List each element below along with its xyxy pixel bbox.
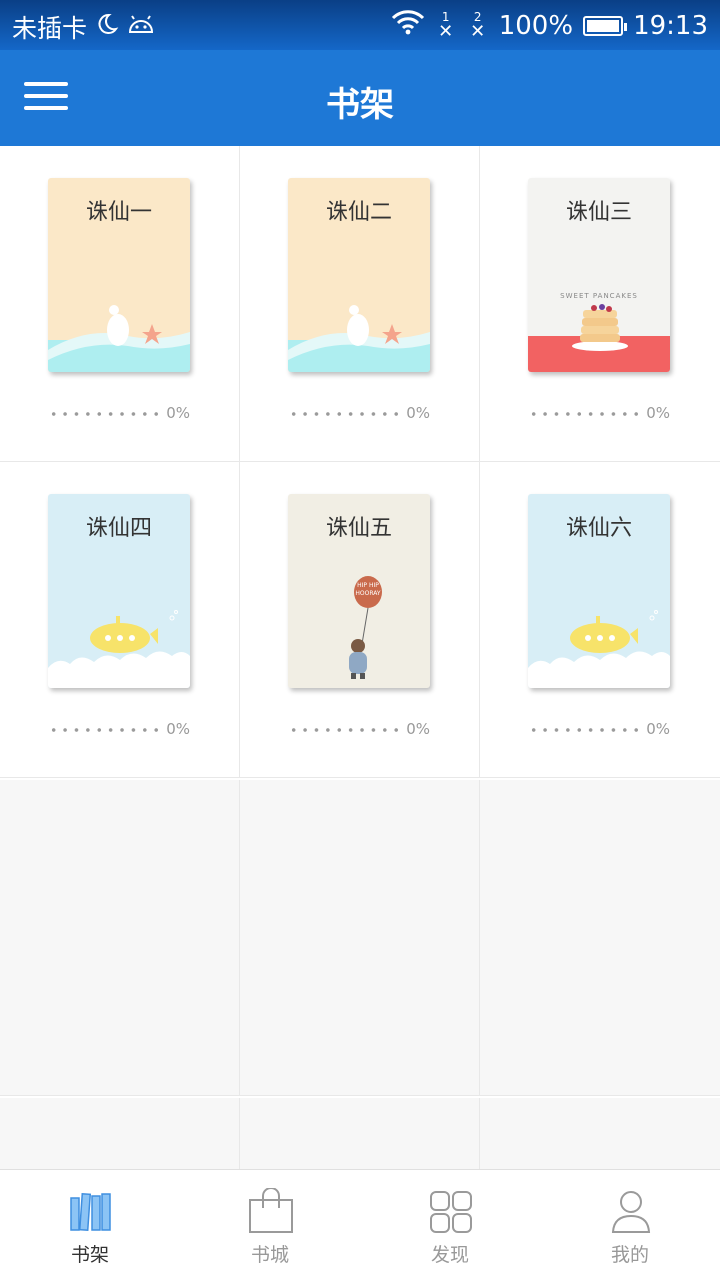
bottom-navigation: 书架 书城 发现 我的: [0, 1169, 720, 1281]
balloon-caption-line-1: HIP HIP: [357, 582, 379, 589]
goose-illustration: [288, 305, 430, 372]
book-cover[interactable]: 诛仙四: [48, 494, 190, 688]
goose-illustration: [48, 305, 190, 372]
submarine-illustration: [528, 610, 670, 688]
progress-percent: 0%: [166, 720, 190, 738]
tab-label: 发现: [430, 1244, 469, 1266]
book-item[interactable]: 诛仙五 HIP HIP HOORAY 0%: [240, 462, 480, 778]
book-cover[interactable]: 诛仙三 SWEET PANCAKES: [528, 178, 670, 372]
empty-slot: [0, 780, 240, 1096]
reading-progress: 0%: [48, 404, 190, 424]
do-not-disturb-moon-icon: [95, 12, 119, 42]
book-cover[interactable]: 诛仙六: [528, 494, 670, 688]
book-title: 诛仙二: [325, 200, 392, 225]
sim1-no-signal-icon: 1 ✕: [438, 9, 454, 42]
clock: 19:13: [633, 10, 708, 41]
book-cover[interactable]: 诛仙一: [48, 178, 190, 372]
book-title: 诛仙一: [85, 200, 152, 225]
book-item[interactable]: 诛仙三 SWEET PANCAKES 0%: [480, 146, 720, 462]
empty-slot: [0, 1098, 240, 1170]
progress-percent: 0%: [166, 404, 190, 422]
book-item[interactable]: 诛仙二 0%: [240, 146, 480, 462]
tab-mine[interactable]: 我的: [540, 1170, 720, 1281]
cover-caption: SWEET PANCAKES: [560, 292, 638, 300]
empty-slot: [240, 780, 480, 1096]
tab-bookstore[interactable]: 书城: [180, 1170, 360, 1281]
wifi-icon: [391, 9, 425, 42]
bookshelf-icon: [70, 1192, 111, 1232]
tab-label: 我的: [610, 1244, 649, 1266]
progress-percent: 0%: [406, 720, 430, 738]
progress-dots: [288, 728, 402, 732]
tab-label: 书城: [250, 1244, 289, 1266]
empty-slot: [240, 1098, 480, 1170]
battery-percent: 100%: [498, 10, 574, 41]
balloon-caption-line-2: HOORAY: [355, 590, 381, 597]
book-title: 诛仙五: [325, 516, 392, 541]
progress-dots: [528, 412, 642, 416]
book-item[interactable]: 诛仙六 0%: [480, 462, 720, 778]
android-debug-icon: [127, 13, 155, 42]
empty-slot: [480, 1098, 720, 1170]
book-item[interactable]: 诛仙一 0%: [0, 146, 240, 462]
tab-bookshelf[interactable]: 书架: [0, 1170, 180, 1281]
app-bar: 书架: [0, 50, 720, 146]
book-title: 诛仙四: [85, 516, 152, 541]
progress-dots: [288, 412, 402, 416]
empty-slot: [480, 780, 720, 1096]
progress-percent: 0%: [406, 404, 430, 422]
progress-percent: 0%: [646, 720, 670, 738]
progress-dots: [48, 728, 162, 732]
progress-dots: [48, 412, 162, 416]
reading-progress: 0%: [528, 720, 670, 740]
reading-progress: 0%: [288, 404, 430, 424]
page-title: 书架: [326, 85, 394, 125]
reading-progress: 0%: [528, 404, 670, 424]
book-item[interactable]: 诛仙四 0%: [0, 462, 240, 778]
book-cover[interactable]: 诛仙五 HIP HIP HOORAY: [288, 494, 430, 688]
grid-icon: [430, 1191, 472, 1233]
book-title: 诛仙三: [565, 200, 632, 225]
balloon-caption: HIP HIP HOORAY: [346, 582, 390, 598]
book-title: 诛仙六: [565, 516, 632, 541]
pancakes-illustration: [528, 304, 670, 372]
tab-label: 书架: [70, 1244, 109, 1266]
bookshelf-grid: 诛仙一 0% 诛仙二 0% 诛仙三 SWEET PANCAKES 0% 诛仙四 …: [0, 146, 720, 1170]
progress-percent: 0%: [646, 404, 670, 422]
tab-discover[interactable]: 发现: [360, 1170, 540, 1281]
reading-progress: 0%: [288, 720, 430, 740]
user-icon: [611, 1191, 651, 1233]
progress-dots: [528, 728, 642, 732]
reading-progress: 0%: [48, 720, 190, 740]
shopping-bag-icon: [249, 1188, 293, 1233]
submarine-illustration: [48, 610, 190, 688]
battery-icon: [583, 15, 628, 36]
status-bar: 未插卡 1 ✕ 2 ✕ 100% 19:13: [0, 0, 720, 50]
carrier-label: 未插卡: [12, 14, 88, 43]
sim2-no-signal-icon: 2 ✕: [470, 9, 486, 42]
book-cover[interactable]: 诛仙二: [288, 178, 430, 372]
